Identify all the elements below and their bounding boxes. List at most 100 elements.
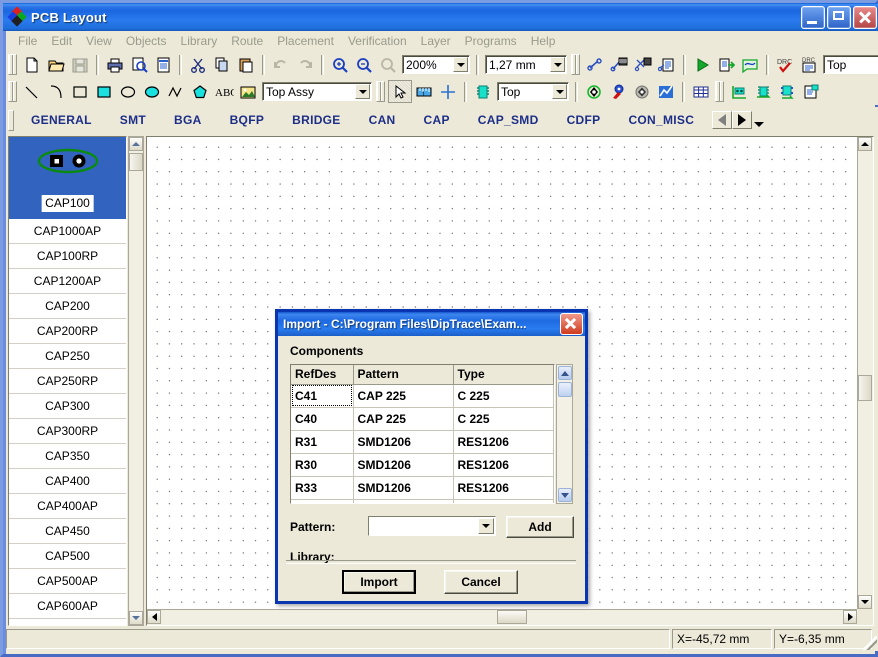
toolbar-grip[interactable] [376, 81, 385, 102]
table-row[interactable]: C40 CAP 225 C 225 [291, 407, 554, 431]
menu-route[interactable]: Route [224, 32, 270, 50]
cell-type[interactable]: C 225 [453, 407, 554, 431]
report-icon[interactable] [151, 53, 175, 76]
menu-verification[interactable]: Verification [341, 32, 414, 50]
list-item[interactable]: CAP200RP [9, 319, 126, 344]
column-header-pattern[interactable]: Pattern [353, 365, 454, 385]
list-item[interactable]: CAP250 [9, 344, 126, 369]
scrollbar-thumb[interactable] [858, 375, 872, 401]
update-from-schematic-icon[interactable] [751, 80, 775, 103]
copper-pour-grid-icon[interactable] [689, 80, 713, 103]
menu-library[interactable]: Library [174, 32, 225, 50]
list-item[interactable]: CAP200 [9, 294, 126, 319]
chevron-down-icon[interactable] [453, 57, 468, 72]
zoom-in-icon[interactable] [328, 53, 352, 76]
cell-type[interactable]: RES1206 [453, 476, 554, 500]
redo-icon[interactable] [293, 53, 317, 76]
grid-units-combo[interactable]: 1,27 mm [485, 55, 567, 74]
tab-general[interactable]: GENERAL [17, 113, 106, 127]
tabs-dropdown-arrow-icon[interactable] [752, 111, 767, 129]
net-icon[interactable] [738, 53, 762, 76]
trace-icon[interactable] [654, 80, 678, 103]
tab-bga[interactable]: BGA [160, 113, 216, 127]
arc-icon[interactable] [44, 80, 68, 103]
scroll-down-button[interactable] [858, 595, 872, 609]
new-file-icon[interactable] [20, 53, 44, 76]
measure-ruler-icon[interactable]: 1 [412, 80, 436, 103]
table-row[interactable]: R33 SMD1206 RES1206 [291, 476, 554, 500]
components-table[interactable]: RefDes Pattern Type C41 CAP 225 C 225 C4… [290, 364, 555, 504]
cell-pattern[interactable]: CAP 225 [353, 384, 454, 408]
zoom-out-icon[interactable] [352, 53, 376, 76]
active-layer-combo[interactable]: Top [823, 55, 878, 74]
cell-pattern[interactable]: SMD1206 [353, 476, 454, 500]
text-icon[interactable]: ABC [212, 80, 236, 103]
list-item[interactable]: CAP400 [9, 469, 126, 494]
drc-report-icon[interactable]: DRC [797, 53, 821, 76]
filled-ellipse-icon[interactable] [140, 80, 164, 103]
canvas-horizontal-scrollbar[interactable] [147, 609, 857, 625]
tab-bridge[interactable]: BRIDGE [278, 113, 354, 127]
list-item[interactable]: CAP250RP [9, 369, 126, 394]
scroll-right-button[interactable] [843, 610, 857, 624]
menu-placement[interactable]: Placement [270, 32, 341, 50]
scroll-up-button[interactable] [129, 137, 143, 151]
cell-refdes[interactable]: C41 [291, 384, 354, 408]
paste-icon[interactable] [234, 53, 258, 76]
cancel-button[interactable]: Cancel [444, 570, 518, 594]
scroll-left-button[interactable] [147, 610, 161, 624]
menu-edit[interactable]: Edit [44, 32, 79, 50]
column-header-refdes[interactable]: RefDes [291, 365, 354, 385]
menu-file[interactable]: File [11, 32, 44, 50]
toolbar-grip[interactable] [715, 81, 724, 102]
list-item[interactable]: CAP300RP [9, 419, 126, 444]
toolbar-grip[interactable] [8, 54, 17, 75]
route-auto-icon[interactable] [607, 53, 631, 76]
select-arrow-icon[interactable] [388, 80, 412, 103]
scroll-up-button[interactable] [858, 137, 872, 151]
scroll-left-arrow-icon[interactable] [712, 111, 733, 129]
line-icon[interactable] [20, 80, 44, 103]
tab-con-misc[interactable]: CON_MISC [614, 113, 708, 127]
menu-help[interactable]: Help [524, 32, 563, 50]
maximize-button[interactable] [827, 6, 851, 29]
image-icon[interactable] [236, 80, 260, 103]
import-button[interactable]: Import [342, 570, 416, 594]
cell-refdes[interactable]: R33 [291, 476, 354, 500]
route-report-icon[interactable] [655, 53, 679, 76]
component-side-combo[interactable]: Top [497, 82, 569, 101]
table-row[interactable]: C41 CAP 225 C 225 [291, 384, 554, 408]
cell-refdes[interactable]: R30 [291, 453, 354, 477]
menu-objects[interactable]: Objects [119, 32, 174, 50]
update-components-icon[interactable] [775, 80, 799, 103]
filled-rectangle-icon[interactable] [92, 80, 116, 103]
route-cut-icon[interactable] [631, 53, 655, 76]
tab-can[interactable]: CAN [355, 113, 410, 127]
tabs-grip[interactable] [8, 109, 14, 131]
route-manual-icon[interactable] [583, 53, 607, 76]
cell-pattern[interactable]: CAP 225 [353, 407, 454, 431]
list-item[interactable]: CAP1000AP [9, 219, 126, 244]
cell-refdes[interactable]: R31 [291, 430, 354, 454]
zoom-level-combo[interactable]: 200% [402, 55, 470, 74]
print-icon[interactable] [103, 53, 127, 76]
tab-cap-smd[interactable]: CAP_SMD [464, 113, 553, 127]
cell-type[interactable]: RES1206 [453, 499, 554, 503]
component-list-icon[interactable] [799, 80, 823, 103]
list-item[interactable]: CAP300 [9, 394, 126, 419]
chevron-down-icon[interactable] [552, 84, 567, 99]
component-chip-icon[interactable] [471, 80, 495, 103]
chevron-down-icon[interactable] [355, 84, 370, 99]
pattern-combo[interactable] [368, 516, 496, 536]
scroll-down-button[interactable] [129, 611, 143, 625]
cell-refdes[interactable]: R32 [291, 499, 354, 503]
via-icon[interactable] [606, 80, 630, 103]
tab-bqfp[interactable]: BQFP [216, 113, 279, 127]
toolbar-grip[interactable] [571, 54, 580, 75]
close-button[interactable] [853, 6, 877, 29]
list-item[interactable]: CAP100RP [9, 244, 126, 269]
tab-smt[interactable]: SMT [106, 113, 160, 127]
menu-layer[interactable]: Layer [414, 32, 458, 50]
scroll-down-button[interactable] [558, 488, 572, 502]
rectangle-icon[interactable] [68, 80, 92, 103]
